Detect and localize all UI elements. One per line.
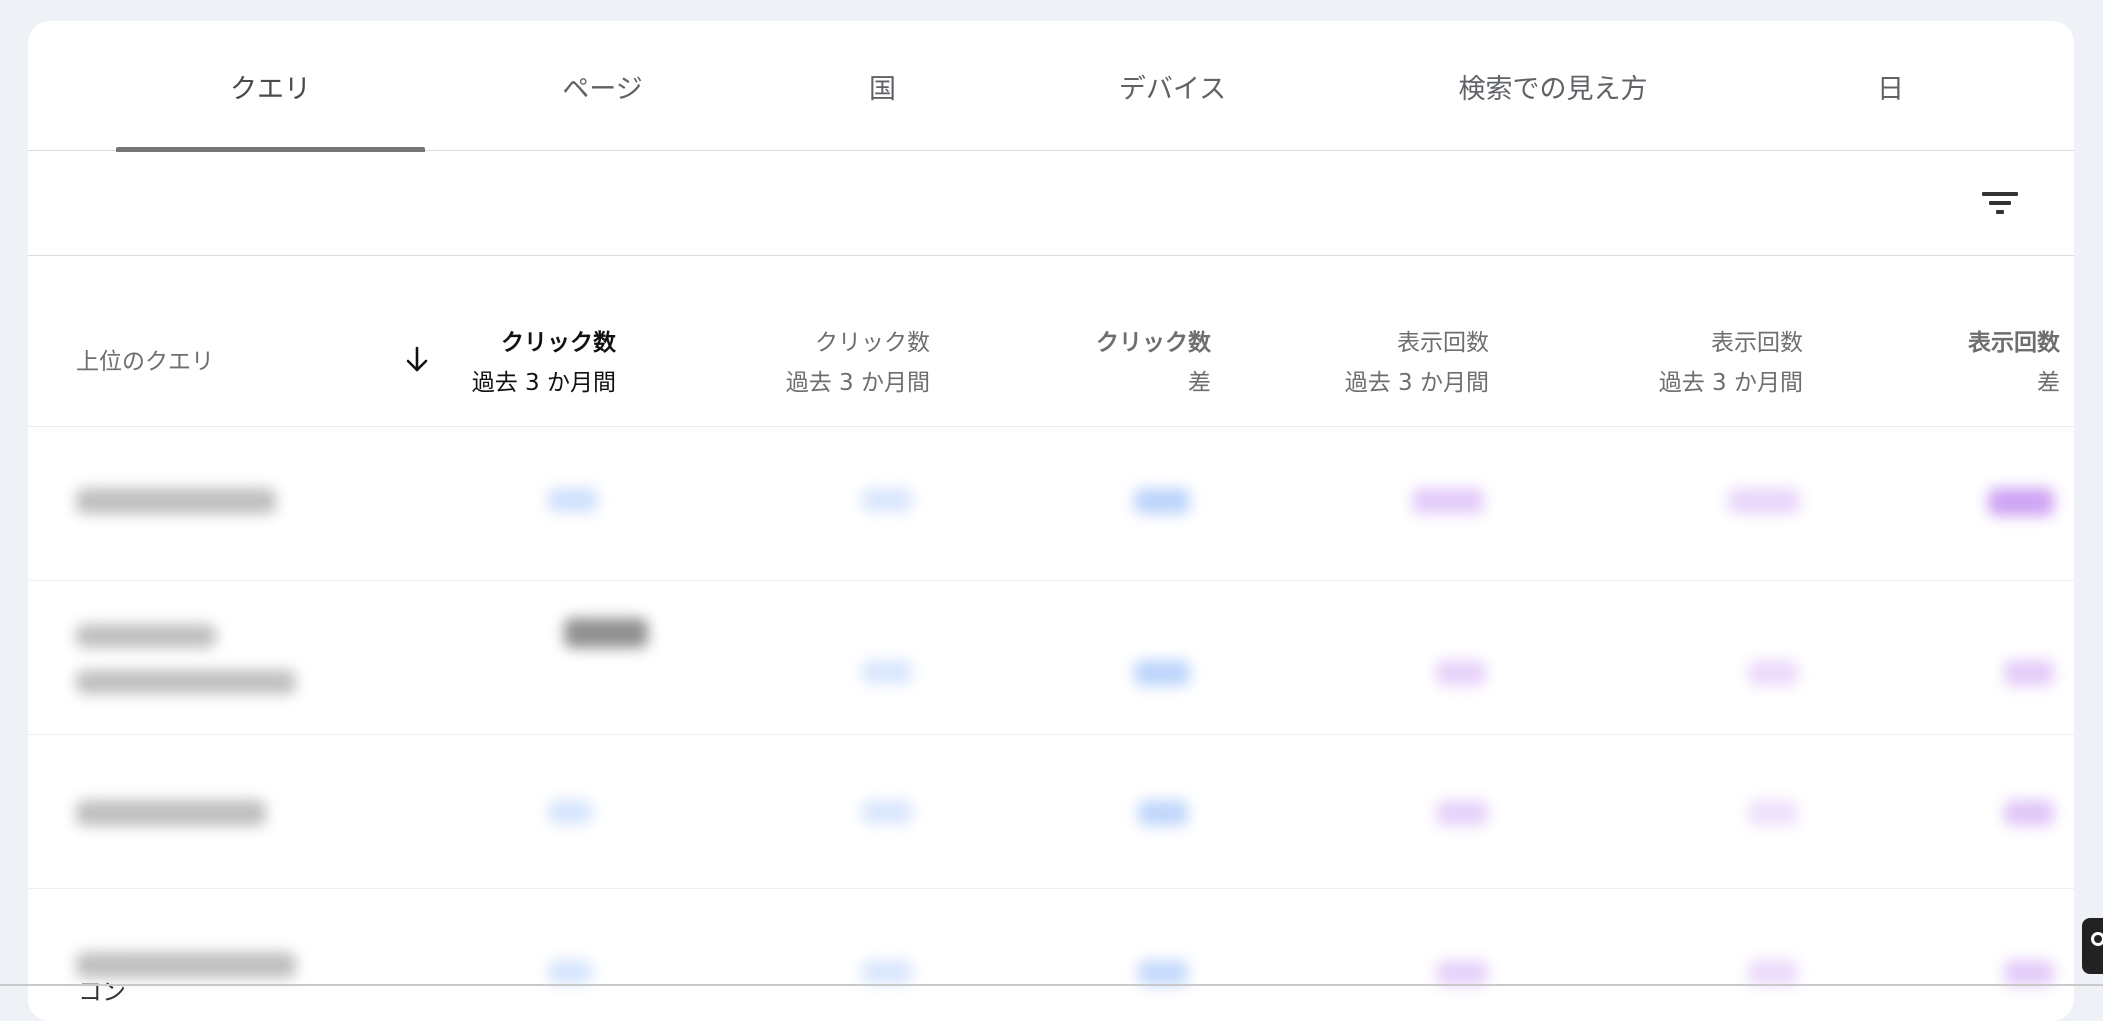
table-row[interactable] xyxy=(28,736,2074,889)
column-header-label: 表示回数 xyxy=(1968,330,2060,356)
table-header: 上位のクエリ クリック数 過去 3 か月間 クリック数 過去 3 か月間 クリッ… xyxy=(28,257,2074,427)
tab-label: クエリ xyxy=(230,73,311,105)
table-row[interactable] xyxy=(28,890,2074,1021)
arrow-down-icon[interactable] xyxy=(402,345,432,375)
table-row[interactable] xyxy=(28,582,2074,735)
tab-label: 国 xyxy=(869,73,896,105)
column-header-sublabel: 差 xyxy=(1188,370,1211,396)
column-header-label: クリック数 xyxy=(1096,330,1211,356)
blurred-value xyxy=(862,660,912,684)
column-header-sublabel: 過去 3 か月間 xyxy=(471,370,616,396)
search-icon[interactable] xyxy=(2082,918,2103,974)
column-header-label: クリック数 xyxy=(501,330,616,356)
dimension-tabs: クエリ ページ 国 デバイス 検索での見え方 日 xyxy=(28,21,2074,152)
column-header-sublabel: 差 xyxy=(2037,370,2060,396)
column-header-impressions-difference[interactable]: 表示回数 差 xyxy=(1968,323,2060,403)
column-header-top-queries[interactable]: 上位のクエリ xyxy=(76,342,214,382)
blurred-value xyxy=(1138,960,1188,986)
blurred-query-text xyxy=(76,624,216,648)
column-header-label: 上位のクエリ xyxy=(76,349,214,375)
blurred-value xyxy=(1138,800,1188,826)
column-header-label: 表示回数 xyxy=(1711,330,1803,356)
blurred-value xyxy=(548,960,592,984)
blurred-value xyxy=(1134,660,1190,686)
performance-table-card: クエリ ページ 国 デバイス 検索での見え方 日 上位のクエリ クリック数 過去… xyxy=(28,21,2074,1021)
column-header-impressions-current[interactable]: 表示回数 過去 3 か月間 xyxy=(1345,323,1489,403)
divider xyxy=(0,984,2103,986)
column-header-clicks-previous[interactable]: クリック数 過去 3 か月間 xyxy=(786,323,930,403)
tab-page[interactable]: ページ xyxy=(448,21,757,151)
blurred-value xyxy=(1436,800,1488,826)
filter-list-icon[interactable] xyxy=(1980,183,2020,223)
tab-search-appearance[interactable]: 検索での見え方 xyxy=(1373,21,1733,151)
tab-country[interactable]: 国 xyxy=(728,21,1037,151)
blurred-badge xyxy=(564,618,648,648)
blurred-value xyxy=(862,960,912,984)
column-header-label: クリック数 xyxy=(815,330,930,356)
blurred-value xyxy=(1436,660,1486,686)
tab-label: ページ xyxy=(562,73,643,105)
blurred-query-text xyxy=(76,800,266,826)
blurred-value xyxy=(2004,660,2054,686)
blurred-value xyxy=(1436,960,1488,986)
column-header-impressions-previous[interactable]: 表示回数 過去 3 か月間 xyxy=(1659,323,1803,403)
blurred-query-text xyxy=(76,670,296,694)
column-header-clicks-current[interactable]: クリック数 過去 3 か月間 xyxy=(472,323,616,403)
column-header-clicks-difference[interactable]: クリック数 差 xyxy=(1096,323,1211,403)
blurred-value xyxy=(862,800,912,824)
blurred-value xyxy=(548,800,592,824)
tab-label: 検索での見え方 xyxy=(1458,73,1648,105)
tab-label: デバイス xyxy=(1118,73,1227,105)
tab-date[interactable]: 日 xyxy=(1736,21,2045,151)
column-header-sublabel: 過去 3 か月間 xyxy=(1344,370,1489,396)
blurred-value xyxy=(1134,488,1190,514)
tab-query[interactable]: クエリ xyxy=(116,21,425,152)
tab-label: 日 xyxy=(1877,73,1904,105)
column-header-sublabel: 過去 3 か月間 xyxy=(785,370,930,396)
blurred-query-text xyxy=(76,488,276,514)
table-row[interactable] xyxy=(28,428,2074,581)
blurred-value xyxy=(1988,488,2054,516)
partial-footer-text: コン xyxy=(78,978,126,1006)
blurred-value xyxy=(1412,488,1484,514)
blurred-value xyxy=(1748,960,1798,986)
blurred-value xyxy=(862,488,912,512)
column-header-sublabel: 過去 3 か月間 xyxy=(1658,370,1803,396)
blurred-value xyxy=(1748,660,1798,686)
blurred-value xyxy=(2004,960,2054,986)
blurred-value xyxy=(1748,800,1798,826)
tab-device[interactable]: デバイス xyxy=(1018,21,1327,151)
column-header-label: 表示回数 xyxy=(1397,330,1489,356)
blurred-value xyxy=(2004,800,2054,826)
blurred-value xyxy=(1728,488,1800,514)
blurred-value xyxy=(548,488,598,512)
filter-bar xyxy=(28,152,2074,256)
